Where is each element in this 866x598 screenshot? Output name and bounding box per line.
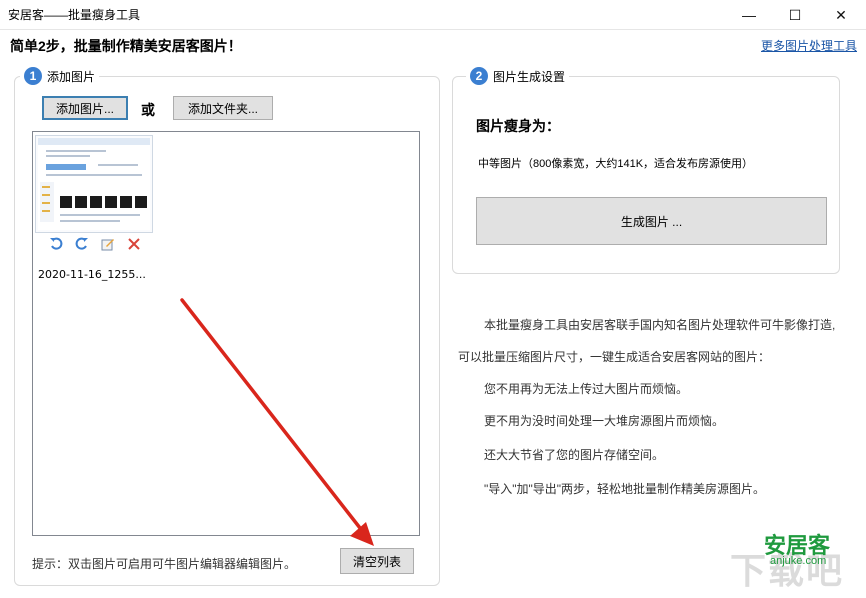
description-line: 还大大节省了您的图片存储空间。 [484, 448, 665, 462]
rotate-right-icon[interactable] [74, 236, 90, 252]
thumbnail-filename: 2020-11-16_1255... [38, 268, 146, 281]
description-line: 本批量瘦身工具由安居客联手国内知名图片处理软件可牛影像打造, [484, 318, 836, 332]
page-headline: 简单2步，批量制作精美安居客图片！ [10, 38, 242, 54]
rotate-left-icon[interactable] [48, 236, 64, 252]
thumbnail-tools [40, 236, 150, 252]
image-thumbnail[interactable] [35, 135, 153, 233]
generate-settings-legend: 2 图片生成设置 [466, 66, 570, 86]
step-2-badge: 2 [470, 67, 488, 85]
description-line: 可以批量压缩图片尺寸，一键生成适合安居客网站的图片： [458, 350, 771, 364]
delete-icon[interactable] [126, 236, 142, 252]
thumbnail-preview [38, 138, 150, 230]
add-images-title: 添加图片 [47, 69, 96, 84]
window-title: 安居客——批量瘦身工具 [8, 8, 141, 22]
description-line: 您不用再为无法上传过大图片而烦恼。 [484, 382, 689, 396]
maximize-button[interactable]: ☐ [772, 0, 818, 30]
hint-text: 提示：双击图片可启用可牛图片编辑器编辑图片。 [32, 557, 297, 571]
close-button[interactable]: ✕ [818, 0, 864, 30]
clear-list-button[interactable]: 清空列表 [340, 548, 414, 574]
more-tools-link[interactable]: 更多图片处理工具 [761, 37, 857, 54]
step-1-badge: 1 [24, 67, 42, 85]
or-label: 或 [141, 102, 155, 118]
add-images-button[interactable]: 添加图片... [42, 96, 128, 120]
anjuke-logo: 下载吧 安居客 anjuke.com [730, 528, 858, 594]
minimize-button[interactable]: — [726, 0, 772, 30]
title-bar: 安居客——批量瘦身工具 — ☐ ✕ [0, 0, 866, 30]
size-option[interactable]: 中等图片（800像素宽，大约141K，适合发布房源使用） [478, 155, 753, 171]
add-images-legend: 1 添加图片 [20, 66, 100, 86]
add-folder-button[interactable]: 添加文件夹... [173, 96, 273, 120]
size-label: 图片瘦身为： [476, 118, 560, 134]
generate-button[interactable]: 生成图片 ... [476, 197, 827, 245]
edit-icon[interactable] [100, 236, 116, 252]
description-line: "导入"加"导出"两步，轻松地批量制作精美房源图片。 [484, 482, 766, 496]
description-line: 更不用为没时间处理一大堆房源图片而烦恼。 [484, 414, 725, 428]
logo-sub-text: anjuke.com [770, 555, 827, 567]
generate-settings-title: 图片生成设置 [493, 69, 566, 84]
